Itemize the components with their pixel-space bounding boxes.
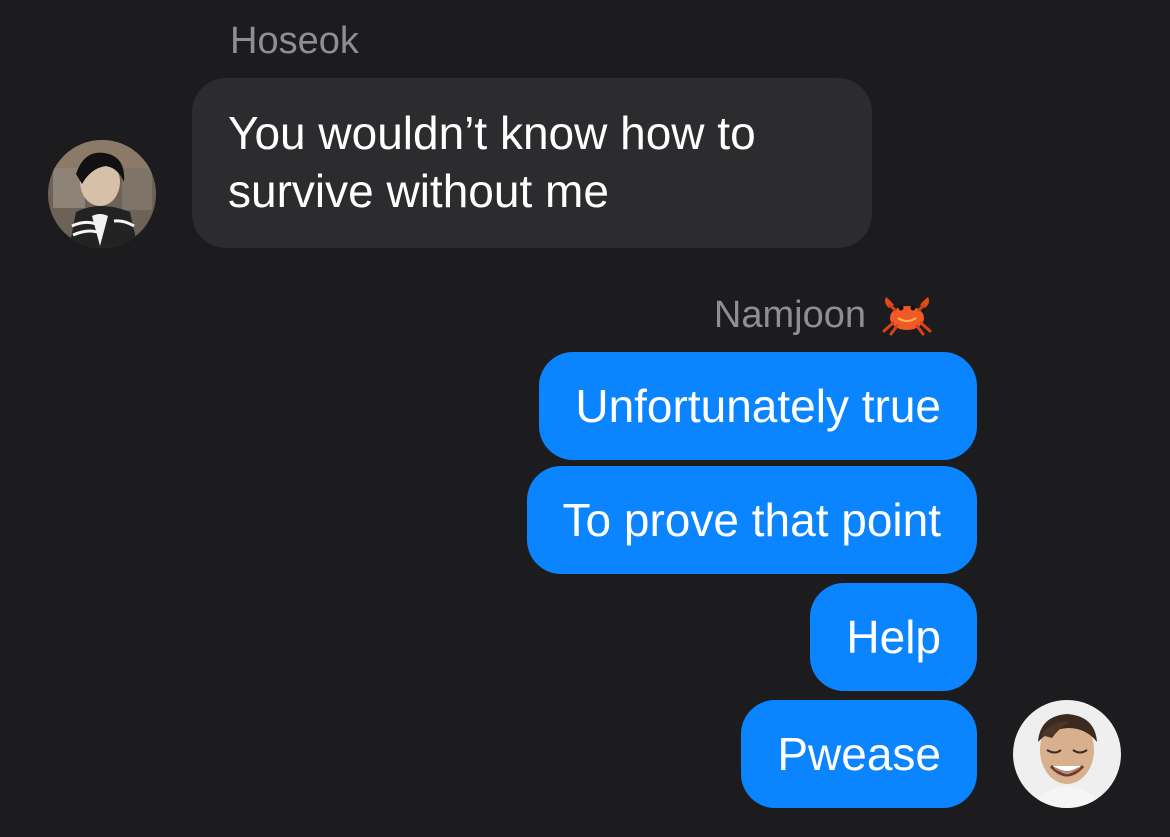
outgoing-message-text: Unfortunately true: [575, 380, 941, 432]
outgoing-message-text: Help: [846, 611, 941, 663]
avatar-namjoon[interactable]: [1013, 700, 1121, 808]
outgoing-message-bubble[interactable]: Unfortunately true: [539, 352, 977, 460]
incoming-message-text: You wouldn’t know how to survive without…: [228, 107, 756, 217]
crab-icon: [880, 294, 934, 336]
outgoing-message-text: Pwease: [777, 728, 941, 780]
avatar-hoseok[interactable]: [48, 140, 156, 248]
sender-name-namjoon: Namjoon: [713, 294, 866, 336]
incoming-message-bubble[interactable]: You wouldn’t know how to survive without…: [192, 78, 872, 248]
outgoing-message-bubble[interactable]: Pwease: [741, 700, 977, 808]
outgoing-message-bubble[interactable]: To prove that point: [526, 466, 977, 574]
sender-name-hoseok: Hoseok: [230, 20, 359, 62]
outgoing-message-bubble[interactable]: Help: [810, 583, 977, 691]
sender-name-namjoon-row: Namjoon: [714, 294, 934, 336]
outgoing-message-text: To prove that point: [562, 494, 941, 546]
